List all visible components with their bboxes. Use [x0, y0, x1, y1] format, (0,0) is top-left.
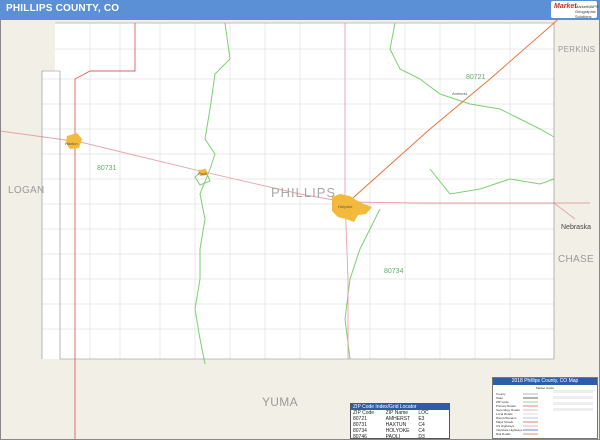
- zip-cell: 80746: [353, 434, 367, 440]
- company-logo: Market MarketMAPS Geographic Solutions: [551, 1, 599, 19]
- label-phillips: PHILLIPS: [271, 185, 337, 200]
- zip-index-table: ZIP Code 80721 80731 80734 80746 ZIP Nam…: [351, 410, 449, 440]
- label-nebraska: Nebraska: [561, 224, 591, 231]
- zip-cell: D3: [418, 434, 425, 440]
- map-legend: 2018 Phillips County, CO Map Market Guid…: [492, 377, 598, 439]
- map-title: PHILLIPS COUNTY, CO: [6, 3, 120, 14]
- label-paoli: Paoli: [198, 171, 207, 176]
- title-bar: PHILLIPS COUNTY, CO Market MarketMAPS Ge…: [0, 0, 600, 19]
- zip-col-code: ZIP Code 80721 80731 80734 80746: [351, 410, 384, 440]
- label-zip-80721: 80721: [466, 74, 486, 81]
- logo-text: MarketMAPS Geographic Solutions: [575, 4, 599, 19]
- label-zip-80734: 80734: [384, 268, 404, 275]
- label-holyoke: Holyoke: [338, 204, 353, 209]
- county-area-west: [42, 71, 60, 359]
- logo-brand: Market: [554, 3, 577, 10]
- zip-col-name: ZIP Name AMHERST HAXTUN HOLYOKE PAOLI: [384, 410, 417, 440]
- label-haxtun: Haxtun: [65, 141, 78, 146]
- zip-col-loc: LOC E3 C4 C4 D3: [416, 410, 449, 440]
- map-page: PHILLIPS COUNTY, CO Market MarketMAPS Ge…: [0, 0, 600, 440]
- label-amherst: Amherst: [452, 91, 467, 96]
- label-perkins: PERKINS: [558, 45, 596, 54]
- legend-symbols: [523, 390, 593, 435]
- label-zip-80731: 80731: [97, 165, 117, 172]
- zip-cell: PAOLI: [385, 434, 401, 440]
- label-yuma: YUMA: [262, 395, 298, 409]
- route-nebraska: [553, 202, 576, 220]
- label-chase: CHASE: [558, 254, 594, 265]
- zip-index: ZIP Code Index/Grid Locator ZIP Code 807…: [350, 403, 450, 440]
- label-logan: LOGAN: [8, 185, 45, 196]
